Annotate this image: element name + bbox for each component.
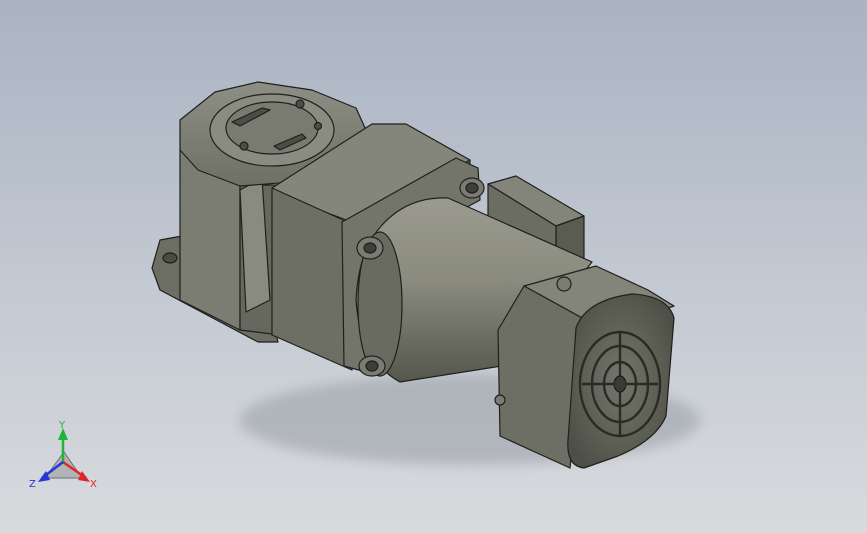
flange-bolt-top — [459, 177, 485, 199]
coordinate-triad[interactable]: Y X Z — [29, 420, 97, 490]
flange-bolt-bottom — [358, 355, 386, 377]
boss-hole-1 — [239, 141, 249, 151]
end-cap-screw — [556, 276, 572, 292]
triad-x-label: X — [90, 479, 97, 490]
triad-z-label: Z — [29, 479, 36, 490]
mount-hole-left — [162, 252, 178, 264]
cad-viewport[interactable]: Y X Z — [0, 0, 867, 533]
boss-hole-2 — [295, 99, 305, 109]
fan-hub — [613, 375, 627, 393]
boss-hole-3 — [313, 121, 323, 131]
flange-bolt-left — [356, 236, 384, 260]
triad-y-label: Y — [58, 420, 66, 431]
end-cap-side-pin — [494, 394, 506, 406]
